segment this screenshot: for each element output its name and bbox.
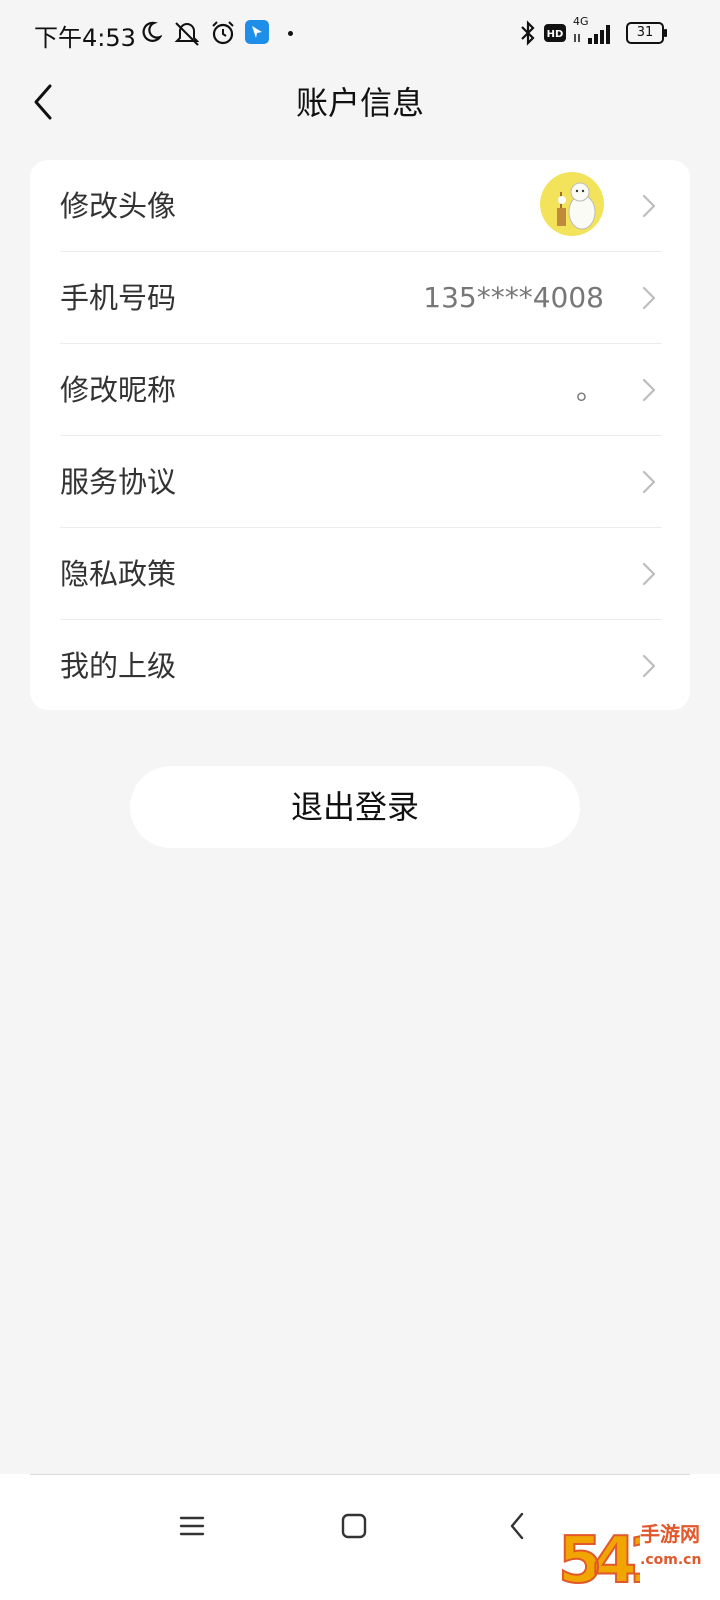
- app-notification-icon: [245, 20, 269, 44]
- mute-bell-icon: [174, 22, 200, 46]
- battery-indicator: 31: [626, 22, 668, 44]
- row-label: 我的上级: [60, 649, 177, 683]
- chevron-right-icon: [642, 654, 656, 678]
- header: 账户信息: [0, 70, 720, 130]
- status-bar: 下午4:53 HD 4G 31: [0, 0, 720, 70]
- system-back-button[interactable]: [488, 1496, 548, 1556]
- recent-apps-button[interactable]: [162, 1496, 222, 1556]
- watermark-5419-logo: 5419: [557, 1523, 640, 1596]
- row-privacy-policy[interactable]: 隐私政策: [30, 528, 690, 620]
- divider: [30, 1474, 690, 1475]
- row-label: 修改昵称: [60, 373, 177, 407]
- phone-number-value: 135****4008: [423, 281, 604, 314]
- chevron-right-icon: [642, 286, 656, 310]
- svg-text:4G: 4G: [573, 15, 589, 28]
- avatar: [540, 172, 604, 236]
- moon-icon: [142, 21, 162, 42]
- signal-icon: 4G: [573, 15, 610, 44]
- chevron-right-icon: [642, 470, 656, 494]
- chevron-right-icon: [642, 194, 656, 218]
- watermark-name: 手游网: [640, 1522, 700, 1546]
- chevron-right-icon: [642, 562, 656, 586]
- home-button[interactable]: [324, 1496, 384, 1556]
- nickname-value: 。: [575, 373, 604, 406]
- row-service-agreement[interactable]: 服务协议: [30, 436, 690, 528]
- alarm-icon: [212, 21, 234, 45]
- row-label: 手机号码: [60, 281, 177, 315]
- bluetooth-icon: [521, 20, 535, 46]
- logout-button[interactable]: 退出登录: [130, 766, 580, 848]
- row-change-avatar[interactable]: 修改头像: [30, 160, 690, 252]
- row-label: 服务协议: [60, 465, 177, 499]
- row-my-superior[interactable]: 我的上级: [30, 620, 690, 710]
- more-notifications-dot: [288, 31, 293, 36]
- hd-badge-icon: HD: [544, 24, 566, 42]
- watermark-logo: 5419 手游网 .com.cn: [556, 1512, 720, 1600]
- row-phone-number[interactable]: 手机号码 135****4008: [30, 252, 690, 344]
- menu-icon: [179, 1516, 205, 1536]
- watermark-domain: .com.cn: [640, 1552, 702, 1568]
- svg-text:5419: 5419: [558, 1524, 640, 1596]
- status-time: 下午4:53: [34, 24, 136, 52]
- page-title: 账户信息: [295, 84, 424, 122]
- svg-text:HD: HD: [547, 29, 564, 40]
- chevron-right-icon: [642, 378, 656, 402]
- account-settings-card: 修改头像 手机号码 135****4008 修改昵称 。 服务协议 隐私政策 我…: [30, 160, 690, 710]
- row-label: 修改头像: [60, 189, 177, 223]
- row-label: 隐私政策: [60, 557, 177, 591]
- home-square-icon: [341, 1513, 367, 1539]
- battery-level: 31: [636, 25, 654, 40]
- row-change-nickname[interactable]: 修改昵称 。: [30, 344, 690, 436]
- back-triangle-icon: [510, 1512, 524, 1540]
